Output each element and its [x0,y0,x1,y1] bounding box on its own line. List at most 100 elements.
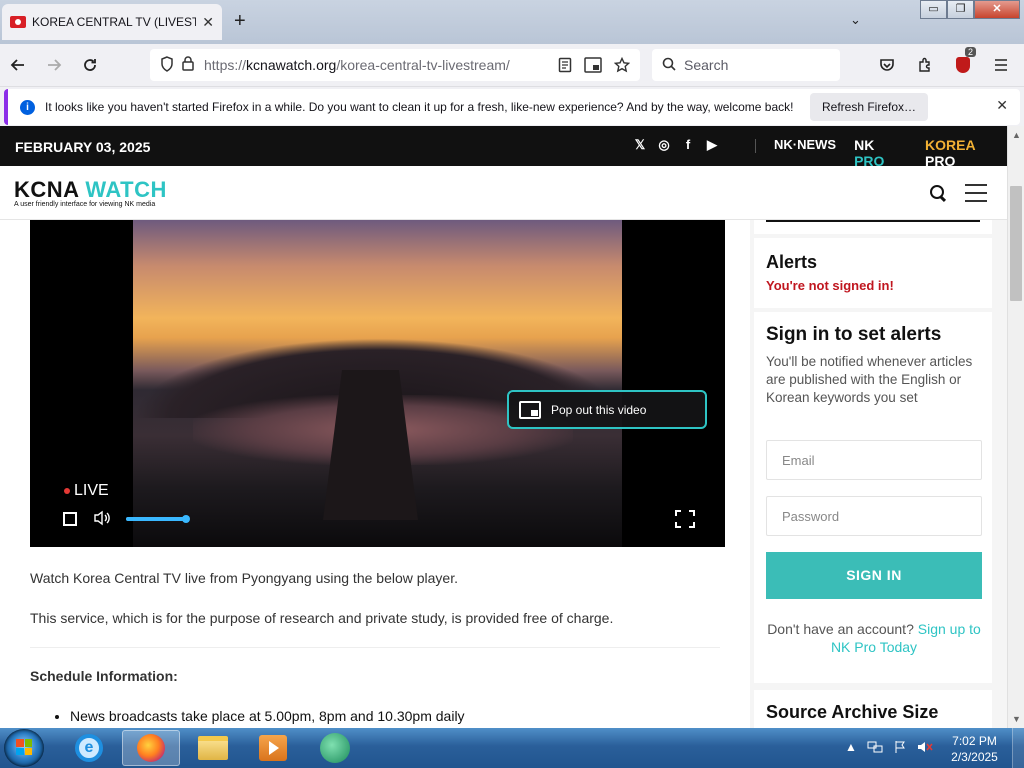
tab-korea-central-tv[interactable]: KOREA CENTRAL TV (LIVESTREA ✕ [2,4,222,40]
nk-pro-prefix: NK [854,137,875,153]
windows-logo-icon [16,739,32,755]
x-icon[interactable]: 𝕏 [633,138,647,152]
extensions-button[interactable] [910,49,940,81]
volume-muted-icon[interactable] [917,740,933,754]
info-icon: i [20,99,35,115]
sidebar-top-card [754,220,992,234]
notification-close-icon[interactable]: ✕ [996,97,1008,114]
show-hidden-icons-arrow-icon[interactable]: ▲ [845,740,857,754]
scrollbar-thumb[interactable] [1010,186,1022,301]
minimize-button[interactable]: ▭ [920,0,947,19]
pocket-button[interactable] [872,49,902,81]
bookmark-star-icon[interactable] [614,57,630,73]
korea-pro-link[interactable]: KOREA PRO [925,137,1007,169]
video-player[interactable]: Pop out this video LIVE [30,220,725,547]
sign-in-button[interactable]: SIGN IN [766,552,982,599]
action-center-flag-icon[interactable] [893,740,907,754]
menu-line [965,200,987,202]
fullscreen-corner [689,510,695,516]
signup-prefix: Don't have an account? [767,621,914,637]
volume-slider[interactable] [126,515,190,523]
content-divider [30,647,720,648]
new-tab-button[interactable]: + [234,10,246,33]
menu-line [965,184,987,186]
start-button[interactable] [4,729,44,767]
navigation-toolbar: https://kcnawatch.org/korea-central-tv-l… [0,44,1024,86]
volume-slider-knob[interactable] [182,515,190,523]
clock-date: 2/3/2025 [951,750,998,764]
tab-strip: KOREA CENTRAL TV (LIVESTREA ✕ + ⌄ ▭ ❐ ✕ [0,0,1024,44]
reader-view-icon[interactable] [558,57,572,73]
tracking-protection-shield-icon[interactable] [160,55,182,75]
live-indicator: LIVE [64,482,109,500]
nk-pro-link[interactable]: NK PRO [854,137,907,169]
volume-button[interactable] [93,510,111,528]
search-bar[interactable]: Search [652,49,840,81]
taskbar-file-explorer[interactable] [184,730,242,766]
restore-button[interactable]: ❐ [947,0,974,19]
archive-title: Source Archive Size [766,702,939,722]
system-tray: ▲ [845,740,933,754]
tab-title: KOREA CENTRAL TV (LIVESTREA [32,15,197,29]
url-text[interactable]: https://kcnawatch.org/korea-central-tv-l… [204,57,510,73]
taskbar-media-player[interactable] [244,730,302,766]
current-date: FEBRUARY 03, 2025 [15,139,151,155]
alerts-status: You're not signed in! [766,278,894,293]
reload-button[interactable] [72,49,108,81]
youtube-icon[interactable]: ▶ [705,138,719,152]
system-clock[interactable]: 7:02 PM 2/3/2025 [942,733,1007,765]
tab-close-icon[interactable]: ✕ [202,14,214,31]
notification-text: It looks like you haven't started Firefo… [45,100,794,114]
facebook-icon[interactable]: f [681,138,695,152]
scroll-down-arrow-icon[interactable]: ▼ [1012,714,1021,724]
pop-out-icon [519,400,541,419]
fullscreen-button[interactable] [675,510,695,528]
pocket-icon [880,59,894,71]
site-search-icon[interactable] [928,183,948,203]
url-actions [558,57,640,73]
instagram-icon[interactable]: ◎ [657,138,671,152]
lock-icon[interactable] [182,56,204,74]
list-all-tabs-button[interactable]: ⌄ [850,12,861,28]
pop-out-video-button[interactable]: Pop out this video [507,390,707,429]
service-text: This service, which is for the purpose o… [30,610,614,626]
alerts-card: Alerts You're not signed in! [754,238,992,308]
close-window-button[interactable]: ✕ [974,0,1020,19]
forward-button[interactable] [36,49,72,81]
kcna-watch-logo[interactable]: KCNA WATCH [14,177,167,203]
ublock-extension-button[interactable]: 2 [948,47,978,81]
scroll-up-arrow-icon[interactable]: ▲ [1012,130,1021,140]
list-item: News broadcasts take place at 5.00pm, 8p… [70,708,465,724]
toolbar-right: 2 [872,47,1016,81]
page-scrollbar[interactable]: ▲ ▼ [1007,126,1024,728]
window-controls: ▭ ❐ ✕ [920,0,1020,20]
picture-in-picture-icon[interactable] [584,57,602,73]
address-bar[interactable]: https://kcnawatch.org/korea-central-tv-l… [150,49,640,81]
app-menu-button[interactable] [986,49,1016,81]
signin-description: You'll be notified whenever articles are… [766,354,973,405]
social-links: 𝕏 ◎ f ▶ [633,138,719,152]
sidebar: Alerts You're not signed in! Sign in to … [752,220,1007,728]
taskbar-firefox[interactable] [122,730,180,766]
taskbar-internet-explorer[interactable]: e [60,730,118,766]
refresh-firefox-button[interactable]: Refresh Firefox… [810,93,929,121]
taskbar-app[interactable] [306,730,364,766]
nk-news-link[interactable]: NK·NEWS [774,137,836,169]
stop-button[interactable] [63,512,77,526]
korea-pro-prefix: KOREA [925,137,976,153]
search-placeholder: Search [684,57,729,73]
back-button[interactable] [0,49,36,81]
notification-message: i It looks like you haven't started Fire… [4,89,1020,125]
email-field[interactable]: Email [766,440,982,480]
show-desktop-button[interactable] [1012,728,1024,768]
taskbar: e ▲ 7:02 PM 2/3/2025 [0,728,1024,768]
network-brands: NK·NEWS NK PRO KOREA PRO [755,137,1007,169]
notification-bar: i It looks like you haven't started Fire… [0,86,1024,126]
site-header: KCNA WATCH A user friendly interface for… [0,166,1007,220]
site-menu-icon[interactable] [965,184,987,202]
signin-title: Sign in to set alerts [766,324,942,345]
ublock-shield-icon [956,57,970,73]
media-player-icon [259,735,287,761]
password-field[interactable]: Password [766,496,982,536]
network-icon[interactable] [867,740,883,754]
